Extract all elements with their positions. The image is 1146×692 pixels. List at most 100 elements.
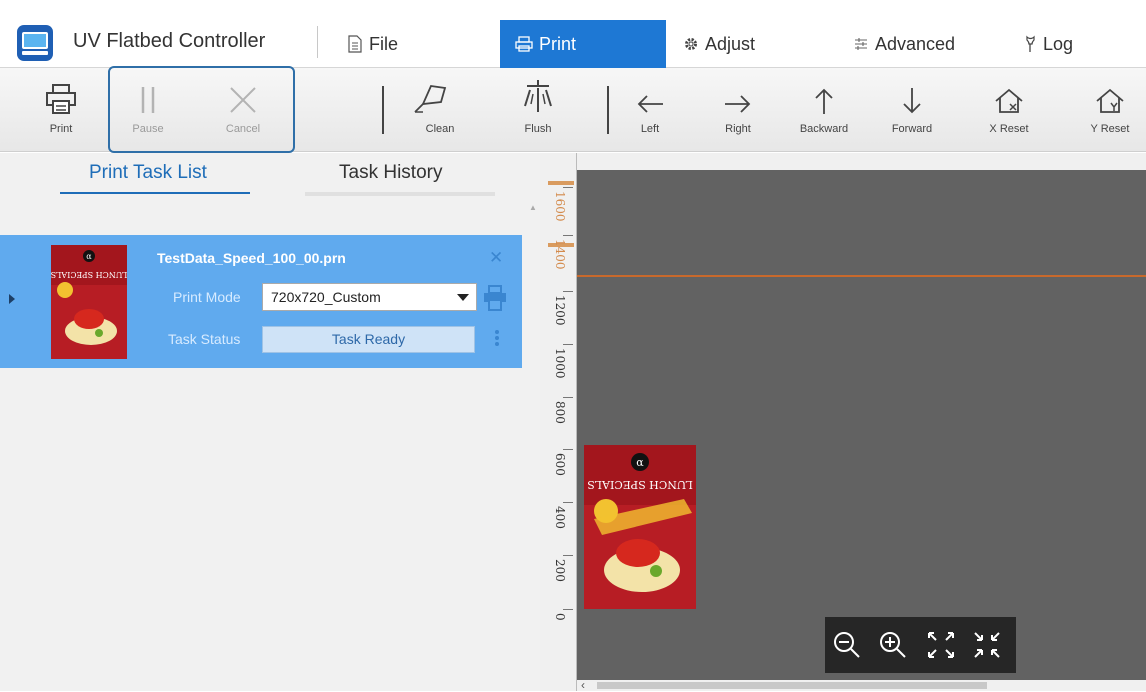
zoom-in-icon[interactable]	[877, 629, 909, 661]
scrollbar-thumb[interactable]	[597, 682, 987, 689]
left-label: Left	[640, 123, 660, 135]
print-mode-label: Print Mode	[173, 289, 241, 305]
print-mode-select[interactable]: 720x720_Custom	[262, 283, 477, 311]
tab-print-task-list[interactable]: Print Task List	[89, 162, 207, 184]
thumbnail-text: LUNCH SPECIALS	[51, 270, 127, 279]
task-panel: Print Task List Task History ▲ α LUNCH S…	[0, 153, 540, 691]
task-row[interactable]: α LUNCH SPECIALS TestData_Speed_100_00.p…	[0, 235, 522, 368]
menu-file[interactable]: File	[347, 20, 398, 68]
scroll-left-icon[interactable]: ‹	[581, 678, 585, 692]
menu-log-label: Log	[1043, 33, 1074, 54]
task-list-scrollbar[interactable]: ▲	[527, 203, 539, 691]
x-reset-label: X Reset	[989, 123, 1029, 135]
canvas-horizontal-scrollbar[interactable]: ‹	[577, 678, 1146, 692]
y-reset-label: Y Reset	[1090, 123, 1130, 135]
ruler-left: 1600 1400 1200 1000 800 600 400 200 0	[540, 153, 577, 691]
thumbnail-badge: α	[86, 252, 92, 261]
arrow-up-icon	[815, 88, 833, 114]
ruler-tick	[563, 397, 573, 398]
menu-print[interactable]: Print	[500, 20, 666, 68]
y-reset-button[interactable]: Y Reset	[1080, 68, 1140, 152]
menu-adjust[interactable]: Adjust	[683, 20, 755, 68]
ruler-tick	[563, 502, 573, 503]
active-tab-indicator	[60, 192, 250, 194]
ruler-label: 600	[553, 453, 567, 476]
actual-size-icon[interactable]	[971, 629, 1003, 661]
scroll-up-icon[interactable]: ▲	[529, 203, 537, 212]
remove-task-icon[interactable]: ✕	[489, 248, 503, 268]
menu-adjust-label: Adjust	[705, 33, 756, 54]
placed-print-image[interactable]: α LUNCH SPECIALS	[584, 445, 696, 609]
arrow-down-icon	[903, 88, 921, 114]
print-task-icon[interactable]	[483, 285, 507, 311]
menu-divider	[317, 26, 318, 58]
x-reset-button[interactable]: X Reset	[984, 68, 1034, 152]
menu-advanced-label: Advanced	[875, 33, 956, 54]
ruler-marker	[548, 181, 574, 185]
image-badge: α	[636, 456, 644, 469]
print-label: Print	[49, 123, 73, 135]
menu-advanced[interactable]: Advanced	[853, 20, 955, 68]
tab-task-history[interactable]: Task History	[339, 162, 442, 184]
clean-label: Clean	[425, 123, 455, 135]
tab-underline	[305, 192, 495, 196]
ruler-tick	[563, 555, 573, 556]
menu-bar: UV Flatbed Controller File Print Adjust …	[0, 0, 1146, 68]
toolbar-divider	[382, 86, 384, 134]
print-preview-canvas[interactable]: 1600 1400 1200 1000 800 600 400 200 0 α …	[540, 153, 1146, 692]
print-origin-guide-line[interactable]	[577, 275, 1146, 277]
ruler-label: 800	[553, 401, 567, 424]
zoom-toolbar	[825, 617, 1016, 673]
ruler-label: 1200	[553, 295, 567, 326]
print-button[interactable]: Print	[43, 68, 79, 152]
task-status-label: Task Status	[168, 331, 241, 347]
ruler-label: 200	[553, 559, 567, 582]
task-thumbnail: α LUNCH SPECIALS	[51, 245, 127, 359]
menu-print-label: Print	[539, 33, 577, 54]
flush-icon	[524, 80, 552, 112]
arrow-left-icon	[637, 95, 663, 113]
advanced-icon	[855, 38, 867, 50]
more-options-icon[interactable]	[494, 329, 500, 347]
ruler-tick	[563, 449, 573, 450]
app-title: UV Flatbed Controller	[73, 30, 266, 52]
ruler-label: 1600	[553, 191, 567, 222]
ruler-label: 400	[553, 506, 567, 529]
task-status-value: Task Ready	[262, 326, 475, 353]
clean-button[interactable]: Clean	[400, 68, 460, 152]
pin-icon	[1026, 35, 1035, 52]
home-y-icon	[1096, 88, 1124, 113]
move-left-button[interactable]: Left	[630, 68, 670, 152]
ruler-label: 0	[553, 613, 567, 621]
ruler-tick	[563, 344, 573, 345]
chevron-down-icon	[457, 294, 469, 301]
menu-log[interactable]: Log	[1023, 20, 1073, 68]
document-icon	[348, 35, 362, 53]
printer-icon	[515, 36, 533, 52]
move-right-button[interactable]: Right	[716, 68, 760, 152]
ruler-tick	[563, 187, 573, 188]
arrow-right-icon	[725, 95, 751, 113]
ruler-tick	[563, 235, 573, 236]
image-text: LUNCH SPECIALS	[587, 478, 693, 491]
right-label: Right	[725, 123, 751, 135]
home-x-icon	[995, 88, 1023, 113]
print-mode-value: 720x720_Custom	[271, 289, 381, 305]
task-file-name: TestData_Speed_100_00.prn	[157, 250, 346, 266]
ruler-label: 1400	[553, 239, 567, 270]
backward-label: Backward	[799, 123, 849, 135]
flush-button[interactable]: Flush	[518, 68, 558, 152]
fit-screen-icon[interactable]	[925, 629, 957, 661]
printer-icon	[46, 84, 76, 114]
ruler-label: 1000	[553, 348, 567, 379]
row-expand-icon[interactable]	[8, 293, 16, 305]
toolbar-divider	[607, 86, 609, 134]
zoom-out-icon[interactable]	[831, 629, 863, 661]
ruler-tick	[563, 291, 573, 292]
forward-button[interactable]: Forward	[882, 68, 942, 152]
menu-file-label: File	[369, 33, 399, 54]
eraser-icon	[414, 85, 447, 113]
forward-label: Forward	[891, 123, 933, 135]
backward-button[interactable]: Backward	[790, 68, 858, 152]
flush-label: Flush	[524, 123, 552, 135]
